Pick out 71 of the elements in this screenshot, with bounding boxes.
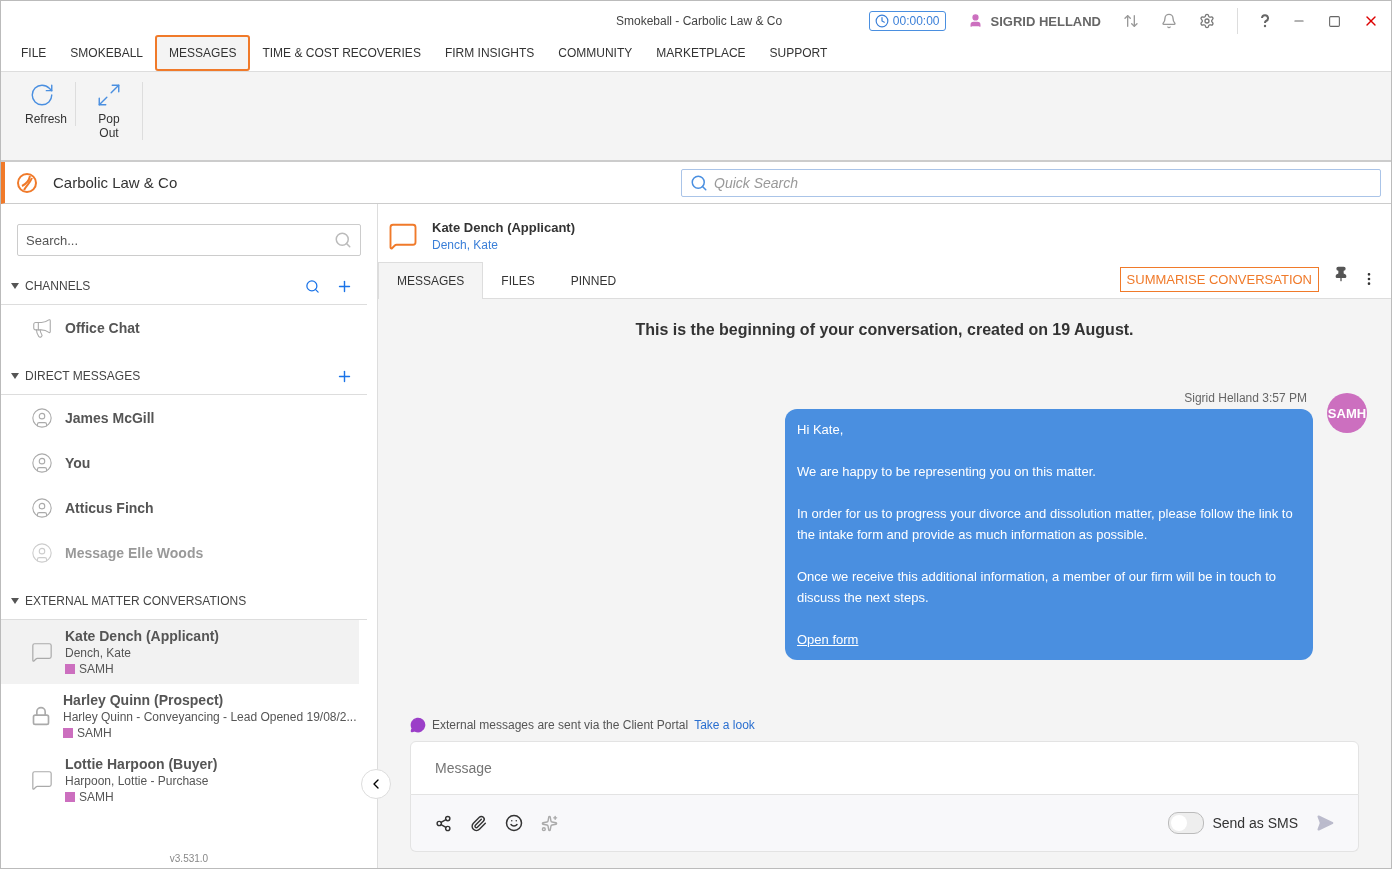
emoji-icon[interactable] <box>505 814 523 832</box>
tab[interactable]: MESSAGES <box>378 262 484 299</box>
refresh-button[interactable]: Refresh <box>9 82 76 126</box>
help-icon[interactable] <box>1260 14 1270 28</box>
collapse-button[interactable] <box>361 769 391 799</box>
search-icon <box>334 231 352 249</box>
menu-tab[interactable]: FIRM INSIGHTS <box>432 39 547 67</box>
sms-label: Send as SMS <box>1212 815 1298 831</box>
bell-icon[interactable] <box>1161 13 1177 29</box>
settings-icon[interactable] <box>1199 13 1215 29</box>
conversation-item[interactable]: Lottie Harpoon (Buyer) Harpoon, Lottie - Purchase SAMH <box>1 748 359 812</box>
lock-chat-icon <box>31 706 51 726</box>
direct-message-item[interactable]: You <box>1 440 367 485</box>
timer-button[interactable]: 00:00:00 <box>868 11 946 31</box>
direct-message-item[interactable]: James McGill <box>1 395 367 440</box>
refresh-icon <box>29 82 55 108</box>
expand-arrows-icon <box>96 82 122 108</box>
user-circle-icon <box>31 541 53 564</box>
clock-icon <box>874 14 889 28</box>
notice-text: External messages are sent via the Client Portal <box>432 718 689 732</box>
section-heading: EXTERNAL MATTER CONVERSATIONS <box>25 594 247 608</box>
attach-icon[interactable] <box>470 814 487 832</box>
sync-icon[interactable] <box>1123 13 1139 29</box>
section-heading: DIRECT MESSAGES <box>25 369 141 383</box>
window-title: Smokeball - Carbolic Law & Co <box>616 14 783 28</box>
collapse-triangle-icon[interactable] <box>11 373 19 379</box>
chat-check-icon <box>410 717 426 733</box>
conversation-item[interactable]: Harley Quinn (Prospect) Harley Quinn - Conveyancing - Lead Opened 19/08/2... SAMH <box>1 684 359 748</box>
user-icon <box>967 13 983 28</box>
chat-icon <box>31 641 53 663</box>
user-circle-icon <box>31 451 53 474</box>
firm-name: Carbolic Law & Co <box>53 174 178 191</box>
menu-tab[interactable]: MARKETPLACE <box>644 39 758 67</box>
search-icon <box>690 173 708 192</box>
conversation-item[interactable]: Kate Dench (Applicant) Dench, Kate SAMH <box>1 620 359 684</box>
message-bubble: Hi Kate, We are happy to be representing you on this matter. In order for us to progress your divorce and dissolution matter, please follow the link to the intake form and provide as much information as possible. Once we receive this additional information, a member of our firm will be in touch to discuss the next steps. Open form <box>785 409 1313 660</box>
chat-icon <box>388 221 418 251</box>
message-input[interactable]: Message <box>410 741 1359 795</box>
version-text: v3.531.0 <box>169 853 209 866</box>
menu-tab[interactable]: TIME & COST RECOVERIES <box>250 39 433 67</box>
avatar: SAMH <box>1327 393 1367 433</box>
menu-tab[interactable]: SUPPORT <box>757 39 840 67</box>
search-icon[interactable] <box>305 278 320 294</box>
take-a-look-link[interactable]: Take a look <box>694 718 755 732</box>
search-field[interactable]: Search... <box>17 224 361 256</box>
conversation-title: Kate Dench (Applicant) <box>432 220 575 235</box>
pop-out-button[interactable]: Pop Out <box>76 82 143 140</box>
menu-tab[interactable]: SMOKEBALL <box>58 39 156 67</box>
direct-message-item[interactable]: Atticus Finch <box>1 485 367 530</box>
user-circle-icon <box>31 496 53 519</box>
logo-icon <box>15 170 39 195</box>
message-meta: Sigrid Helland 3:57 PM <box>1184 391 1307 405</box>
megaphone-icon <box>31 316 53 339</box>
user-circle-icon <box>31 406 53 429</box>
tab[interactable]: PINNED <box>552 263 635 299</box>
collapse-triangle-icon[interactable] <box>11 283 19 289</box>
chat-icon <box>31 769 53 791</box>
section-heading: CHANNELS <box>25 279 91 293</box>
share-icon[interactable] <box>435 814 452 832</box>
conversation-subtitle[interactable]: Dench, Kate <box>432 238 575 252</box>
menu-tab[interactable]: MESSAGES <box>155 35 251 71</box>
channel-item[interactable]: Office Chat <box>1 305 367 350</box>
tab[interactable]: FILES <box>483 263 553 299</box>
menu-tab[interactable]: FILE <box>9 39 59 67</box>
conversation-start-text: This is the beginning of your conversation, created on 19 August. <box>634 321 1135 339</box>
sms-toggle[interactable] <box>1168 812 1205 834</box>
collapse-triangle-icon[interactable] <box>11 598 19 604</box>
maximize-icon[interactable] <box>1328 14 1341 28</box>
pin-icon[interactable] <box>1333 266 1349 282</box>
user-name[interactable]: SIGRID HELLAND <box>967 13 1101 29</box>
menu-tab[interactable]: COMMUNITY <box>546 39 645 67</box>
